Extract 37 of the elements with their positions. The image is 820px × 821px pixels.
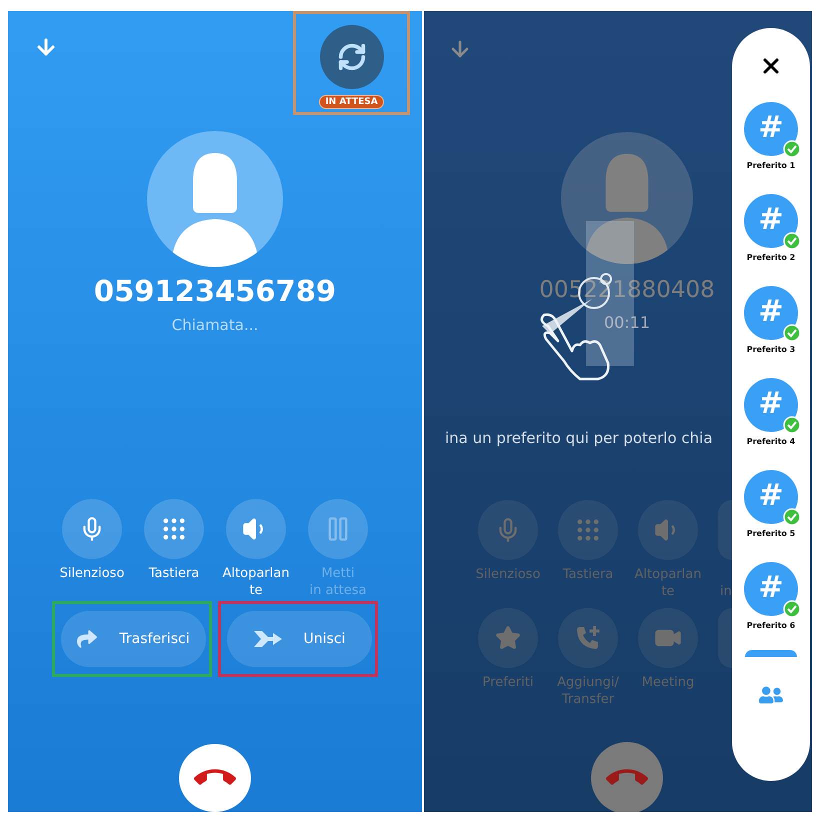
action-label: Meeting xyxy=(642,674,694,691)
action-label: Silenzioso xyxy=(476,566,540,583)
action-label: Preferiti xyxy=(482,674,534,691)
transfer-call-button[interactable]: Trasferisci xyxy=(61,611,206,667)
favorite-label: Preferito 3 xyxy=(746,345,796,354)
favorite-contact-button[interactable]: # xyxy=(744,286,798,340)
favorite-contact-button[interactable]: # xyxy=(744,470,798,524)
favorite-label: Preferito 1 xyxy=(746,161,796,170)
favorite-label: Preferito 4 xyxy=(746,437,796,446)
favorite-label: Preferito 2 xyxy=(746,253,796,262)
action-label: Silenzioso xyxy=(60,565,124,582)
phone-plus-icon xyxy=(574,624,602,652)
favorite-contact-button[interactable]: # xyxy=(744,102,798,156)
action-label: Tastiera xyxy=(148,565,200,582)
button-label: Trasferisci xyxy=(119,631,190,647)
action-label: Tastiera xyxy=(562,566,614,583)
action-label: Metti in attesa xyxy=(310,565,366,599)
drag-favorite-hint: ina un preferito qui per poterlo chia xyxy=(445,428,713,448)
favorite-contact-button[interactable]: # xyxy=(744,194,798,248)
favorite-label: Preferito 5 xyxy=(746,529,796,538)
on-hold-badge: IN ATTESA xyxy=(319,95,384,109)
call-status: Chiamata... xyxy=(172,316,258,334)
star-icon xyxy=(495,625,521,651)
favorite-contact-button[interactable]: # xyxy=(744,378,798,432)
favorite-label: Preferito 6 xyxy=(746,621,796,630)
swap-arrows-icon xyxy=(336,42,366,72)
forward-arrow-icon xyxy=(77,629,98,649)
merge-arrow-icon xyxy=(254,630,282,648)
action-label: in xyxy=(719,583,732,600)
phone-number: 059123456789 xyxy=(94,273,336,309)
action-label: Altoparlan te xyxy=(634,566,702,600)
merge-call-button[interactable]: Unisci xyxy=(227,611,372,667)
favorite-contact-button[interactable]: # xyxy=(744,562,798,616)
action-label: Altoparlan te xyxy=(222,565,290,599)
action-label: Aggiungi/ Transfer xyxy=(557,674,619,708)
button-label: Unisci xyxy=(304,631,346,647)
call-timer: 00:11 xyxy=(604,314,650,332)
